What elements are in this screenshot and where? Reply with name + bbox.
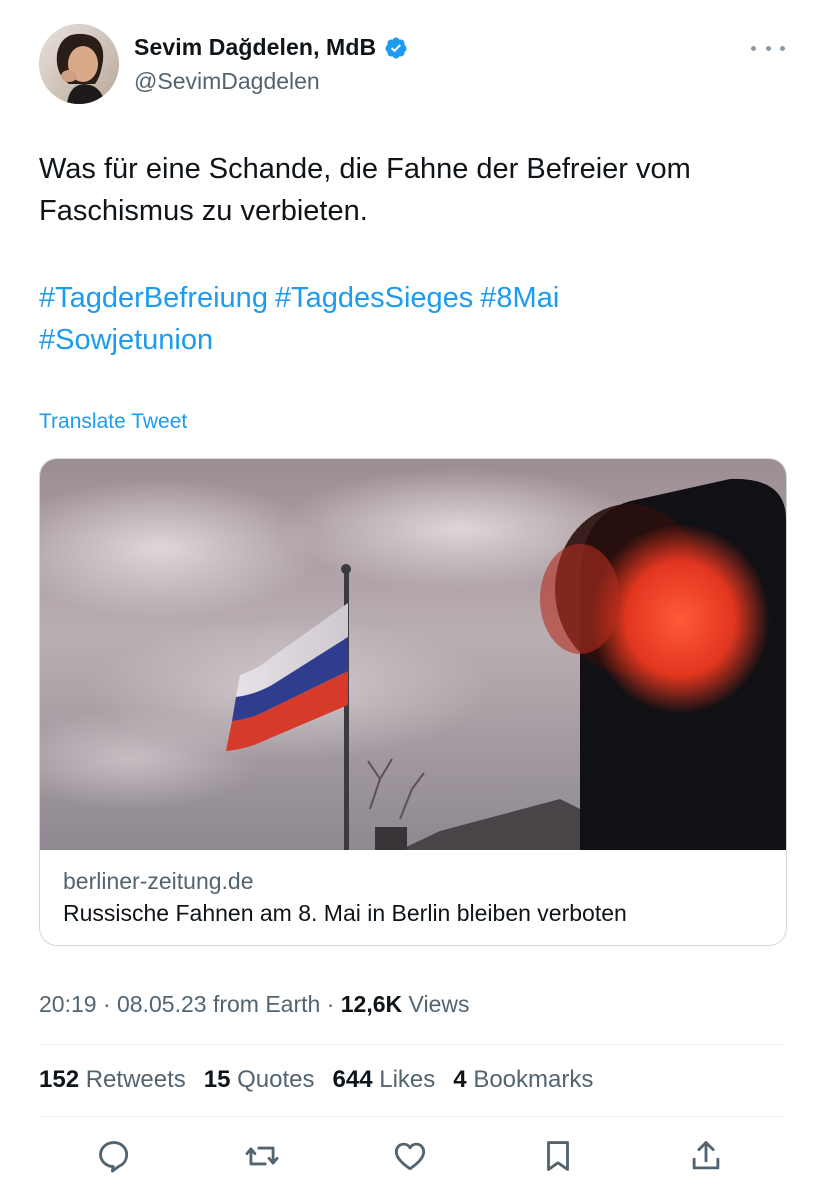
quotes-stat[interactable]: 15 Quotes bbox=[204, 1066, 315, 1094]
retweet-icon[interactable] bbox=[240, 1134, 284, 1178]
bookmark-icon[interactable] bbox=[536, 1134, 580, 1178]
hashtag-link[interactable]: #Sowjetunion bbox=[39, 324, 213, 356]
bookmarks-stat[interactable]: 4 Bookmarks bbox=[453, 1066, 593, 1094]
tweet-text-line: Faschismus zu verbieten. bbox=[39, 195, 368, 227]
likes-stat[interactable]: 644 Likes bbox=[333, 1066, 436, 1094]
share-icon[interactable] bbox=[684, 1134, 728, 1178]
translate-tweet-link[interactable]: Translate Tweet bbox=[39, 410, 187, 434]
more-options-icon[interactable] bbox=[751, 38, 785, 58]
tweet-text-line: Was für eine Schande, die Fahne der Befr… bbox=[39, 153, 691, 185]
avatar[interactable] bbox=[39, 24, 119, 104]
divider bbox=[39, 1116, 785, 1117]
tweet-meta: 20:19 · 08.05.23 from Earth · 12,6K View… bbox=[39, 991, 470, 1017]
link-card-title[interactable]: Russische Fahnen am 8. Mai in Berlin ble… bbox=[63, 900, 627, 927]
views-label: Views bbox=[408, 991, 470, 1017]
hashtag-link[interactable]: #TagderBefreiung bbox=[39, 282, 268, 314]
link-card[interactable]: berliner-zeitung.de Russische Fahnen am … bbox=[39, 458, 787, 946]
verified-badge-icon bbox=[384, 36, 408, 60]
author-handle[interactable]: @SevimDagdelen bbox=[134, 68, 320, 95]
hashtag-link[interactable]: #8Mai bbox=[480, 282, 559, 314]
hashtag-link[interactable]: #TagdesSieges bbox=[275, 282, 473, 314]
link-card-image[interactable] bbox=[40, 459, 786, 850]
divider bbox=[39, 1044, 785, 1045]
tweet-stats: 152 Retweets 15 Quotes 644 Likes 4 Bookm… bbox=[39, 1066, 593, 1094]
tweet-source: from Earth bbox=[212, 991, 321, 1017]
tweet-text: Was für eine Schande, die Fahne der Befr… bbox=[39, 148, 779, 232]
like-icon[interactable] bbox=[388, 1134, 432, 1178]
display-name[interactable]: Sevim Dağdelen, MdB bbox=[134, 34, 376, 61]
author-name-row[interactable]: Sevim Dağdelen, MdB bbox=[134, 34, 408, 61]
action-bar bbox=[0, 1134, 825, 1184]
views-count: 12,6K bbox=[340, 991, 403, 1017]
reply-icon[interactable] bbox=[92, 1134, 136, 1178]
retweets-stat[interactable]: 152 Retweets bbox=[39, 1066, 186, 1094]
hashtags: #TagderBefreiung #TagdesSieges #8Mai #Sowj… bbox=[39, 277, 779, 361]
link-card-domain: berliner-zeitung.de bbox=[63, 868, 254, 894]
tweet-time[interactable]: 20:19 bbox=[39, 991, 97, 1017]
tweet-date[interactable]: 08.05.23 bbox=[117, 991, 207, 1017]
